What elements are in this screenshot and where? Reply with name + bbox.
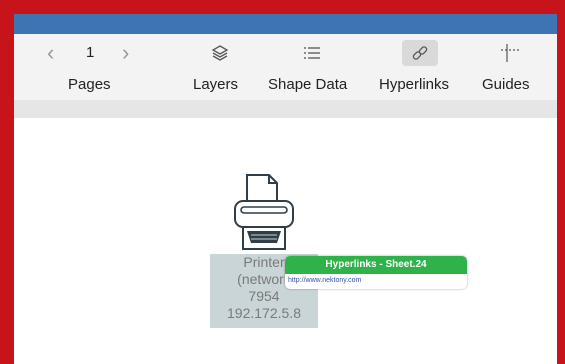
frame-right-border bbox=[557, 0, 565, 364]
guides-icon bbox=[494, 40, 528, 66]
shape-text-line: 7954 bbox=[248, 288, 280, 304]
pages-label: Pages bbox=[68, 76, 111, 93]
frame-left-border bbox=[0, 0, 14, 364]
shape-text-line: 192.172.5.8 bbox=[227, 305, 301, 321]
link-icon bbox=[402, 40, 438, 66]
layers-label: Layers bbox=[193, 76, 239, 93]
chevron-left-icon[interactable]: ‹ bbox=[47, 42, 54, 64]
chevron-right-icon[interactable]: › bbox=[122, 42, 129, 64]
shape-data-label: Shape Data bbox=[268, 76, 348, 93]
hyperlinks-label: Hyperlinks bbox=[379, 76, 450, 93]
list-icon bbox=[295, 40, 329, 66]
shape-data-button[interactable]: Shape Data bbox=[266, 34, 358, 100]
printer-icon[interactable] bbox=[231, 171, 297, 257]
hyperlink-popup: Hyperlinks - Sheet.24 http://www.nektony… bbox=[285, 256, 467, 289]
layers-button[interactable]: Layers bbox=[190, 34, 250, 100]
current-page-number: 1 bbox=[86, 44, 95, 61]
frame-top-border bbox=[0, 0, 565, 14]
guides-label: Guides bbox=[482, 76, 530, 93]
hyperlinks-button[interactable]: Hyperlinks bbox=[376, 34, 462, 100]
guides-button[interactable]: Guides bbox=[476, 34, 546, 100]
window-title-bar bbox=[14, 14, 557, 34]
pages-control: ‹ 1 › Pages bbox=[44, 34, 140, 100]
ruler-strip bbox=[14, 100, 557, 118]
hyperlink-url[interactable]: http://www.nektony.com bbox=[285, 274, 467, 288]
layers-icon bbox=[203, 40, 237, 66]
hyperlink-popup-title: Hyperlinks - Sheet.24 bbox=[285, 256, 467, 274]
toolbar: ‹ 1 › Pages Layers Shape Data Hyperlinks… bbox=[14, 34, 557, 101]
